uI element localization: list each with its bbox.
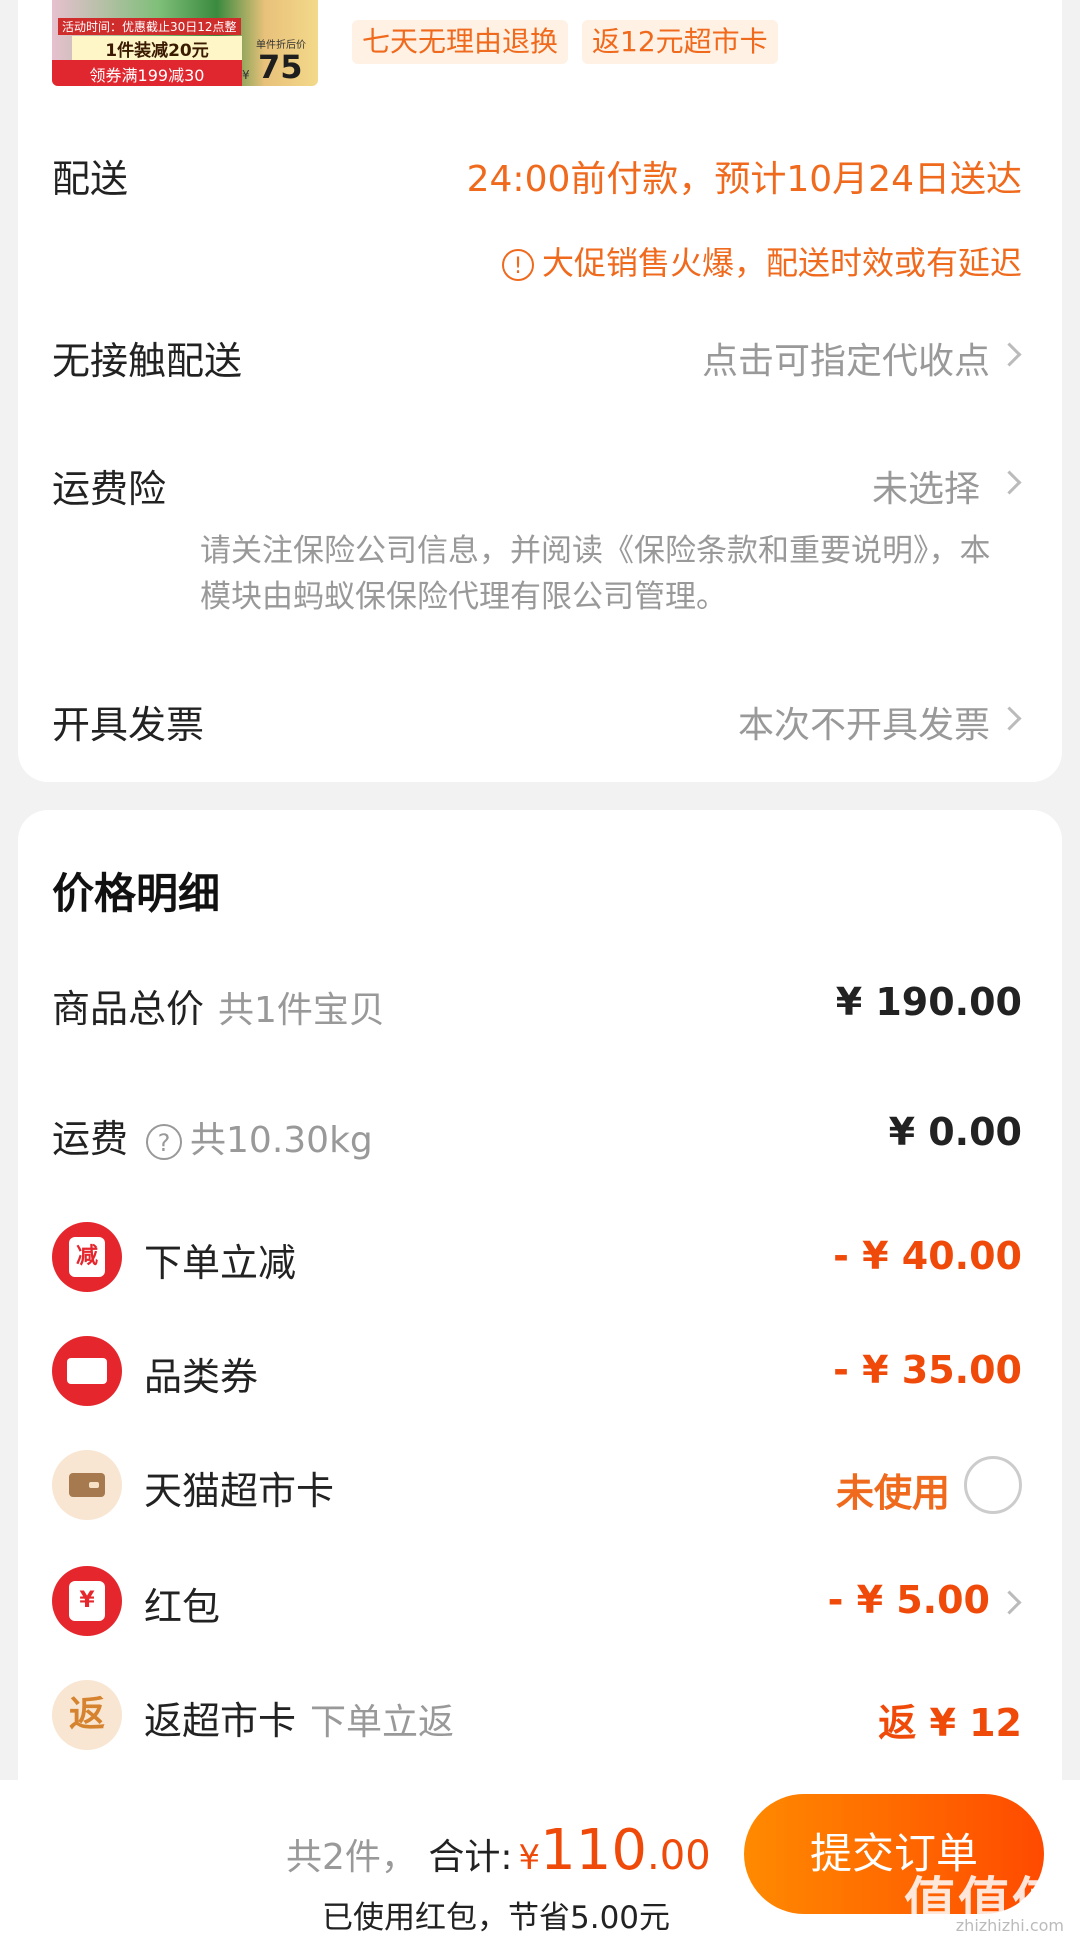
chevron-right-icon	[997, 342, 1022, 367]
invoice-label: 开具发票	[52, 703, 205, 747]
total-line: 共2件， 合计: ¥110.00	[286, 1818, 711, 1883]
shipping-fee-value: ¥ 0.00	[888, 1110, 1022, 1154]
thumb-price: 75	[258, 48, 303, 86]
rebate-icon: 返	[52, 1680, 122, 1750]
invoice-value: 本次不开具发票	[737, 705, 990, 746]
rebate-value: 返 ¥ 12	[878, 1701, 1022, 1745]
tag-seven-day-return: 七天无理由退换	[352, 20, 569, 64]
help-icon[interactable]: ?	[146, 1123, 183, 1160]
tmall-card-label: 天猫超市卡	[144, 1469, 335, 1513]
total-label: 合计:	[428, 1837, 513, 1878]
coupon-icon	[52, 1336, 122, 1406]
product-thumbnail[interactable]: 活动时间：优惠截止30日12点整 1件装减20元 领券满199减30 单件折后价…	[52, 0, 318, 86]
chevron-right-icon	[997, 706, 1022, 731]
goods-total-label: 商品总价	[52, 987, 205, 1031]
thumb-yen: ¥	[242, 68, 250, 82]
watermark-url: zhizhizhi.com	[955, 1916, 1064, 1935]
total-int: 110	[540, 1818, 648, 1883]
goods-total-sub: 共1件宝贝	[218, 990, 385, 1031]
price-detail-card: 价格明细 商品总价 共1件宝贝 ¥ 190.00 运费? 共10.30kg ¥ 0.…	[18, 810, 1062, 1780]
shipping-weight: 共10.30kg	[190, 1120, 373, 1161]
red-packet-icon: ¥	[52, 1566, 122, 1636]
order-discount-value: - ¥ 40.00	[833, 1234, 1022, 1278]
thumb-discount: 1件装减20元	[72, 36, 242, 61]
order-options-card: 活动时间：优惠截止30日12点整 1件装减20元 领券满199减30 单件折后价…	[18, 0, 1062, 782]
red-packet-label: 红包	[144, 1585, 221, 1629]
checkout-bar: 共2件， 合计: ¥110.00 已使用红包，节省5.00元 提交订单 值值值 z…	[0, 1780, 1080, 1941]
saved-note: 已使用红包，节省5.00元	[322, 1900, 671, 1936]
category-coupon-label: 品类券	[144, 1355, 259, 1399]
rebate-row: 返超市卡 下单立返	[144, 1690, 454, 1745]
tmall-card-value: 未使用	[835, 1471, 950, 1515]
tag-rebate-card: 返12元超市卡	[582, 20, 778, 64]
chevron-right-icon	[997, 1590, 1022, 1615]
delivery-label: 配送	[52, 157, 129, 201]
chevron-right-icon	[997, 470, 1022, 495]
tmall-card-radio[interactable]	[964, 1456, 1022, 1514]
red-packet-value: - ¥ 5.00	[827, 1578, 990, 1622]
insurance-label: 运费险	[52, 467, 167, 511]
supermarket-card-icon	[52, 1450, 122, 1520]
order-discount-icon: 减	[52, 1222, 122, 1292]
thumb-coupon: 领券满199减30	[52, 60, 242, 86]
goods-total-value: ¥ 190.00	[835, 980, 1022, 1024]
insurance-value: 未选择	[871, 469, 980, 510]
delivery-warning: ! 大促销售火爆，配送时效或有延迟	[501, 238, 1022, 284]
insurance-note: 请关注保险公司信息，并阅读《保险条款和重要说明》，本模块由蚂蚁保保险代理有限公司…	[200, 533, 991, 615]
price-detail-title: 价格明细	[52, 869, 221, 918]
thumb-promo-time: 活动时间：优惠截止30日12点整	[58, 18, 241, 35]
warning-icon: !	[501, 249, 534, 281]
contactless-value: 点击可指定代收点	[701, 341, 990, 382]
rebate-label: 返超市卡	[144, 1699, 297, 1743]
goods-total-row: 商品总价 共1件宝贝	[52, 978, 385, 1033]
shipping-fee-label: 运费	[52, 1117, 129, 1161]
contactless-label: 无接触配送	[52, 339, 243, 383]
delivery-warning-text: 大促销售火爆，配送时效或有延迟	[541, 244, 1022, 282]
category-coupon-value: - ¥ 35.00	[833, 1348, 1022, 1392]
order-discount-label: 下单立减	[144, 1241, 297, 1285]
delivery-value: 24:00前付款，预计10月24日送达	[466, 159, 1022, 200]
total-dec: .00	[647, 1833, 711, 1879]
rebate-sub: 下单立返	[310, 1702, 455, 1743]
item-count: 共2件，	[286, 1837, 417, 1878]
total-yen: ¥	[518, 1838, 541, 1878]
shipping-fee-row: 运费? 共10.30kg	[52, 1108, 373, 1163]
